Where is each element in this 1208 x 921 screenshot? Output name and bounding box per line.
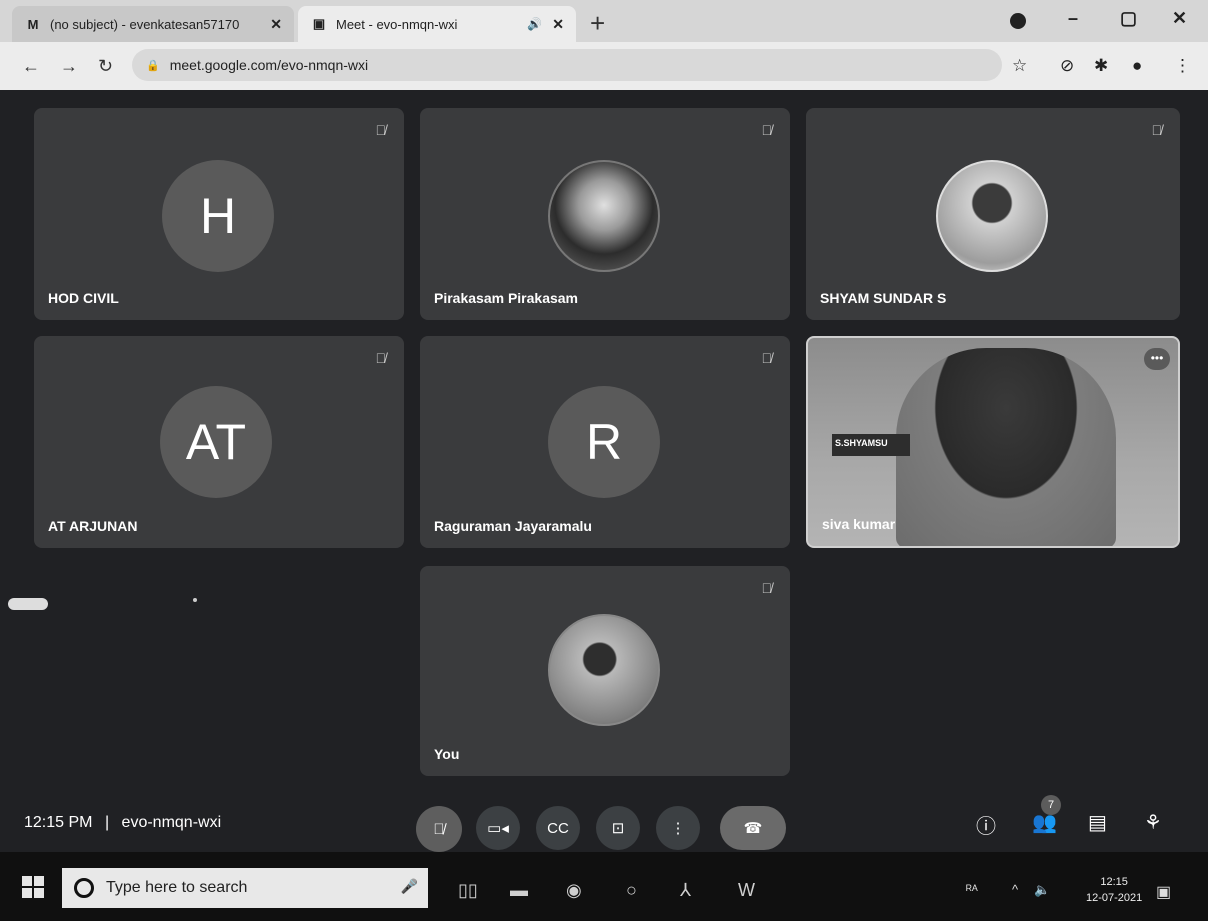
mic-off-icon: 🎙̸: [1151, 122, 1163, 138]
participant-name: HOD CIVIL: [48, 290, 119, 306]
avatar: AT: [160, 386, 272, 498]
file-explorer-icon[interactable]: ▬: [510, 880, 528, 901]
volume-icon[interactable]: 🔈: [1034, 882, 1050, 898]
tab-title: Meet - evo-nmqn-wxi: [336, 16, 458, 32]
participant-tile[interactable]: R 🎙̸ Raguraman Jayaramalu: [420, 336, 790, 548]
meeting-code: evo-nmqn-wxi: [121, 814, 222, 831]
clock-time: 12:15: [1100, 876, 1128, 888]
participant-video: [896, 348, 1116, 546]
meeting-time: 12:15 PM: [24, 814, 93, 831]
chat-icon[interactable]: ▤: [1088, 810, 1107, 835]
close-tab-icon[interactable]: ✕: [270, 16, 282, 33]
tab-title: (no subject) - evenkatesan57170: [50, 16, 240, 32]
more-options-icon[interactable]: •••: [1144, 348, 1170, 370]
more-options-button[interactable]: ⋮: [656, 806, 700, 850]
avatar: [548, 614, 660, 726]
tab-gmail[interactable]: M (no subject) - evenkatesan57170 ✕: [12, 6, 294, 42]
cortana-icon: [74, 878, 94, 898]
audio-playing-icon[interactable]: 🔊: [527, 17, 542, 31]
windows-taskbar: Type here to search 🎤 ▯▯ ▬ ◉ ○ ⅄ W ᴿᴬ ^ …: [0, 852, 1208, 921]
cursor-artifact: [8, 598, 48, 610]
lock-icon[interactable]: 🔒: [146, 59, 160, 72]
new-tab-button[interactable]: +: [590, 10, 605, 36]
meeting-details-icon[interactable]: ⓘ: [976, 810, 996, 839]
close-window-button[interactable]: ✕: [1172, 8, 1187, 29]
search-placeholder: Type here to search: [106, 879, 248, 896]
participant-name: AT ARJUNAN: [48, 518, 138, 534]
separator: |: [104, 814, 110, 831]
activities-icon[interactable]: ⚘: [1144, 810, 1162, 835]
forward-icon[interactable]: →: [60, 56, 78, 77]
mic-off-icon: 🎙̸: [761, 350, 773, 366]
captions-button[interactable]: CC: [536, 806, 580, 850]
menu-kebab-icon[interactable]: ⋮: [1174, 56, 1191, 76]
chrome-icon[interactable]: ◉: [566, 880, 582, 901]
meeting-info: 12:15 PM | evo-nmqn-wxi: [24, 814, 221, 832]
show-hidden-icons-icon[interactable]: ^: [1012, 882, 1018, 897]
browser-tab-strip: M (no subject) - evenkatesan57170 ✕ ▣ Me…: [0, 0, 1208, 42]
screen: M (no subject) - evenkatesan57170 ✕ ▣ Me…: [0, 0, 1208, 921]
address-bar[interactable]: 🔒 meet.google.com/evo-nmqn-wxi: [132, 49, 1002, 81]
system-clock[interactable]: 12:15 12-07-2021: [1086, 874, 1142, 906]
people-icon[interactable]: 👥: [1032, 810, 1057, 835]
mic-off-icon: 🎙̸: [761, 122, 773, 138]
reload-icon[interactable]: ↻: [98, 56, 113, 77]
mic-off-icon: 🎙̸: [375, 350, 387, 366]
avatar: [548, 160, 660, 272]
minimize-button[interactable]: –: [1068, 8, 1078, 29]
bookmark-star-icon[interactable]: ☆: [1012, 56, 1027, 76]
video-tile[interactable]: S.SHYAMSU ••• siva kumar: [806, 336, 1180, 548]
present-screen-button[interactable]: ⊡: [596, 806, 640, 850]
windows-start-icon[interactable]: [22, 876, 44, 898]
profile-avatar-icon[interactable]: ●: [1132, 56, 1142, 76]
avatar: [936, 160, 1048, 272]
extension-icon[interactable]: ⊘: [1060, 56, 1074, 76]
participant-tile[interactable]: 🎙̸ SHYAM SUNDAR S: [806, 108, 1180, 320]
avatar: R: [548, 386, 660, 498]
tab-meet[interactable]: ▣ Meet - evo-nmqn-wxi 🔊 ✕: [298, 6, 576, 42]
taskbar-search-box[interactable]: Type here to search 🎤: [62, 868, 428, 908]
microphone-off-button[interactable]: 🎙̸: [416, 806, 462, 852]
participant-tile[interactable]: AT 🎙̸ AT ARJUNAN: [34, 336, 404, 548]
word-icon[interactable]: W: [738, 880, 755, 901]
back-icon[interactable]: ←: [22, 56, 40, 77]
participant-name: Raguraman Jayaramalu: [434, 518, 592, 534]
notifications-icon[interactable]: ▣: [1156, 882, 1171, 902]
meet-icon: ▣: [312, 16, 326, 31]
participant-tile-self[interactable]: 🎙̸ You: [420, 566, 790, 776]
leave-call-button[interactable]: ☎: [720, 806, 786, 850]
mic-off-icon: 🎙̸: [761, 580, 773, 596]
extensions-puzzle-icon[interactable]: ✱: [1094, 56, 1108, 76]
task-view-icon[interactable]: ▯▯: [458, 880, 478, 901]
url-text: meet.google.com/evo-nmqn-wxi: [169, 57, 369, 73]
participant-name: Pirakasam Pirakasam: [434, 290, 578, 306]
gmail-icon: M: [27, 16, 39, 32]
participant-name: You: [434, 746, 460, 762]
clock-date: 12-07-2021: [1086, 892, 1143, 904]
avatar: H: [162, 160, 274, 272]
meet-stage: H 🎙̸ HOD CIVIL 🎙̸ Pirakasam Pirakasam 🎙̸…: [0, 90, 1208, 864]
mic-off-icon: 🎙̸: [375, 122, 387, 138]
acrobat-icon[interactable]: ⅄: [680, 880, 691, 901]
background-banner: S.SHYAMSU: [832, 434, 910, 456]
browser-toolbar: ← → ↻ 🔒 meet.google.com/evo-nmqn-wxi ☆ ⊘…: [0, 42, 1208, 90]
cursor-dot: [193, 598, 197, 602]
people-tray-icon[interactable]: ᴿᴬ: [966, 882, 978, 897]
participant-name: SHYAM SUNDAR S: [820, 290, 947, 306]
participant-tile[interactable]: H 🎙̸ HOD CIVIL: [34, 108, 404, 320]
maximize-button[interactable]: ▢: [1120, 8, 1137, 29]
participant-tile[interactable]: 🎙̸ Pirakasam Pirakasam: [420, 108, 790, 320]
profile-icon[interactable]: [1010, 13, 1026, 29]
voice-search-icon[interactable]: 🎤: [401, 878, 418, 895]
participant-name: siva kumar: [822, 516, 896, 532]
opera-icon[interactable]: ○: [626, 880, 637, 901]
close-tab-icon[interactable]: ✕: [552, 16, 564, 33]
camera-button[interactable]: ▭◂: [476, 806, 520, 850]
